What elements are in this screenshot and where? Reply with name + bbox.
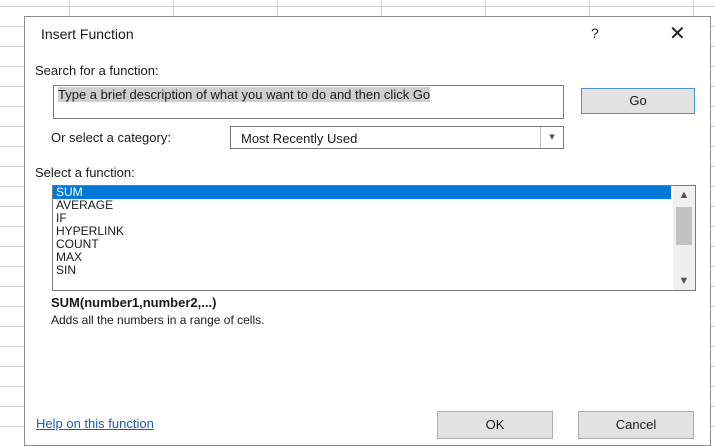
select-function-label: Select a function: bbox=[35, 165, 135, 180]
help-on-function-link[interactable]: Help on this function bbox=[36, 416, 154, 431]
category-select[interactable]: Most Recently Used ▾ bbox=[230, 126, 564, 149]
category-value: Most Recently Used bbox=[241, 131, 358, 146]
function-list-item[interactable]: AVERAGE bbox=[53, 199, 671, 212]
search-input[interactable]: Type a brief description of what you wan… bbox=[53, 85, 564, 119]
function-description: Adds all the numbers in a range of cells… bbox=[51, 313, 265, 327]
close-icon[interactable]: ✕ bbox=[669, 21, 686, 46]
cancel-button[interactable]: Cancel bbox=[578, 411, 694, 439]
go-button[interactable]: Go bbox=[581, 88, 695, 114]
ok-button[interactable]: OK bbox=[437, 411, 553, 439]
function-list-item[interactable]: IF bbox=[53, 212, 671, 225]
function-list-item[interactable]: SUM bbox=[53, 186, 671, 199]
function-list-item[interactable]: COUNT bbox=[53, 238, 671, 251]
function-list-scrollbar[interactable]: ▲ ▼ bbox=[673, 186, 695, 290]
search-label: Search for a function: bbox=[35, 63, 159, 78]
function-list-item[interactable]: MAX bbox=[53, 251, 671, 264]
function-list[interactable]: SUM AVERAGE IF HYPERLINK COUNT MAX SIN ▲ ▼ bbox=[52, 185, 696, 291]
insert-function-dialog: Insert Function ? ✕ Search for a functio… bbox=[24, 16, 711, 446]
title-bar: Insert Function ? ✕ bbox=[25, 17, 710, 51]
scrollbar-thumb[interactable] bbox=[676, 207, 692, 245]
search-input-text: Type a brief description of what you wan… bbox=[58, 87, 431, 102]
help-button[interactable]: ? bbox=[591, 25, 599, 41]
chevron-down-icon[interactable]: ▼ bbox=[673, 272, 695, 290]
function-signature: SUM(number1,number2,...) bbox=[51, 295, 217, 310]
function-list-item[interactable]: HYPERLINK bbox=[53, 225, 671, 238]
dialog-title: Insert Function bbox=[41, 26, 134, 42]
function-list-item[interactable]: SIN bbox=[53, 264, 671, 277]
chevron-up-icon[interactable]: ▲ bbox=[673, 186, 695, 204]
category-label: Or select a category: bbox=[51, 130, 171, 145]
chevron-down-icon[interactable]: ▾ bbox=[540, 127, 563, 148]
